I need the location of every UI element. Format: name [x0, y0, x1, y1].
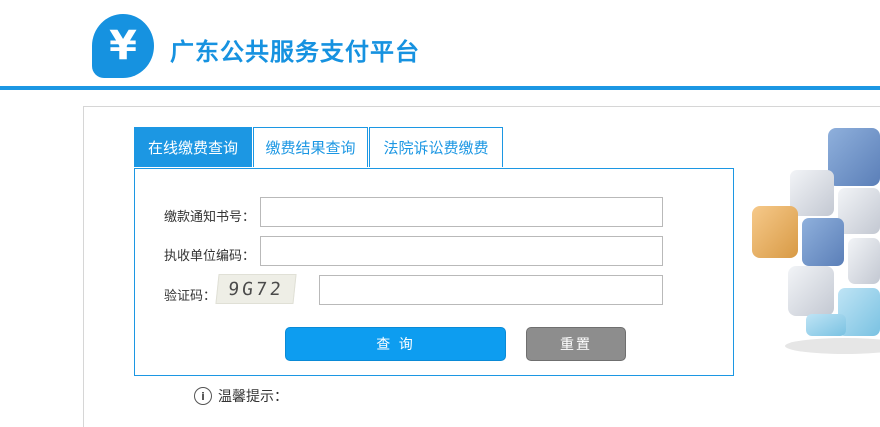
header-divider	[0, 86, 880, 90]
query-button[interactable]: 查 询	[285, 327, 506, 361]
unit-code-label: 执收单位编码：	[164, 249, 256, 264]
notice-number-label: 缴款通知书号：	[164, 210, 256, 225]
yuan-logo-icon: ¥	[92, 14, 154, 78]
notice-number-input[interactable]	[260, 197, 663, 227]
reset-button[interactable]: 重置	[526, 327, 626, 361]
captcha-label: 验证码：	[164, 289, 217, 304]
tab-bar: 在线缴费查询 缴费结果查询 法院诉讼费缴费	[134, 127, 504, 169]
unit-code-input[interactable]	[260, 236, 663, 266]
info-icon: i	[194, 387, 212, 405]
tab-court-litigation-fee[interactable]: 法院诉讼费缴费	[369, 127, 503, 167]
captcha-input[interactable]	[319, 275, 663, 305]
tab-online-payment-query[interactable]: 在线缴费查询	[134, 127, 252, 167]
rubik-cube-illustration	[752, 128, 880, 354]
site-title: 广东公共服务支付平台	[170, 38, 420, 66]
tab-payment-result-query[interactable]: 缴费结果查询	[253, 127, 368, 167]
tips-row: i 温馨提示：	[194, 386, 288, 406]
tips-label: 温馨提示：	[218, 389, 288, 405]
captcha-image[interactable]: 9G72	[215, 274, 297, 304]
site-header: ¥ 广东公共服务支付平台	[0, 0, 880, 88]
